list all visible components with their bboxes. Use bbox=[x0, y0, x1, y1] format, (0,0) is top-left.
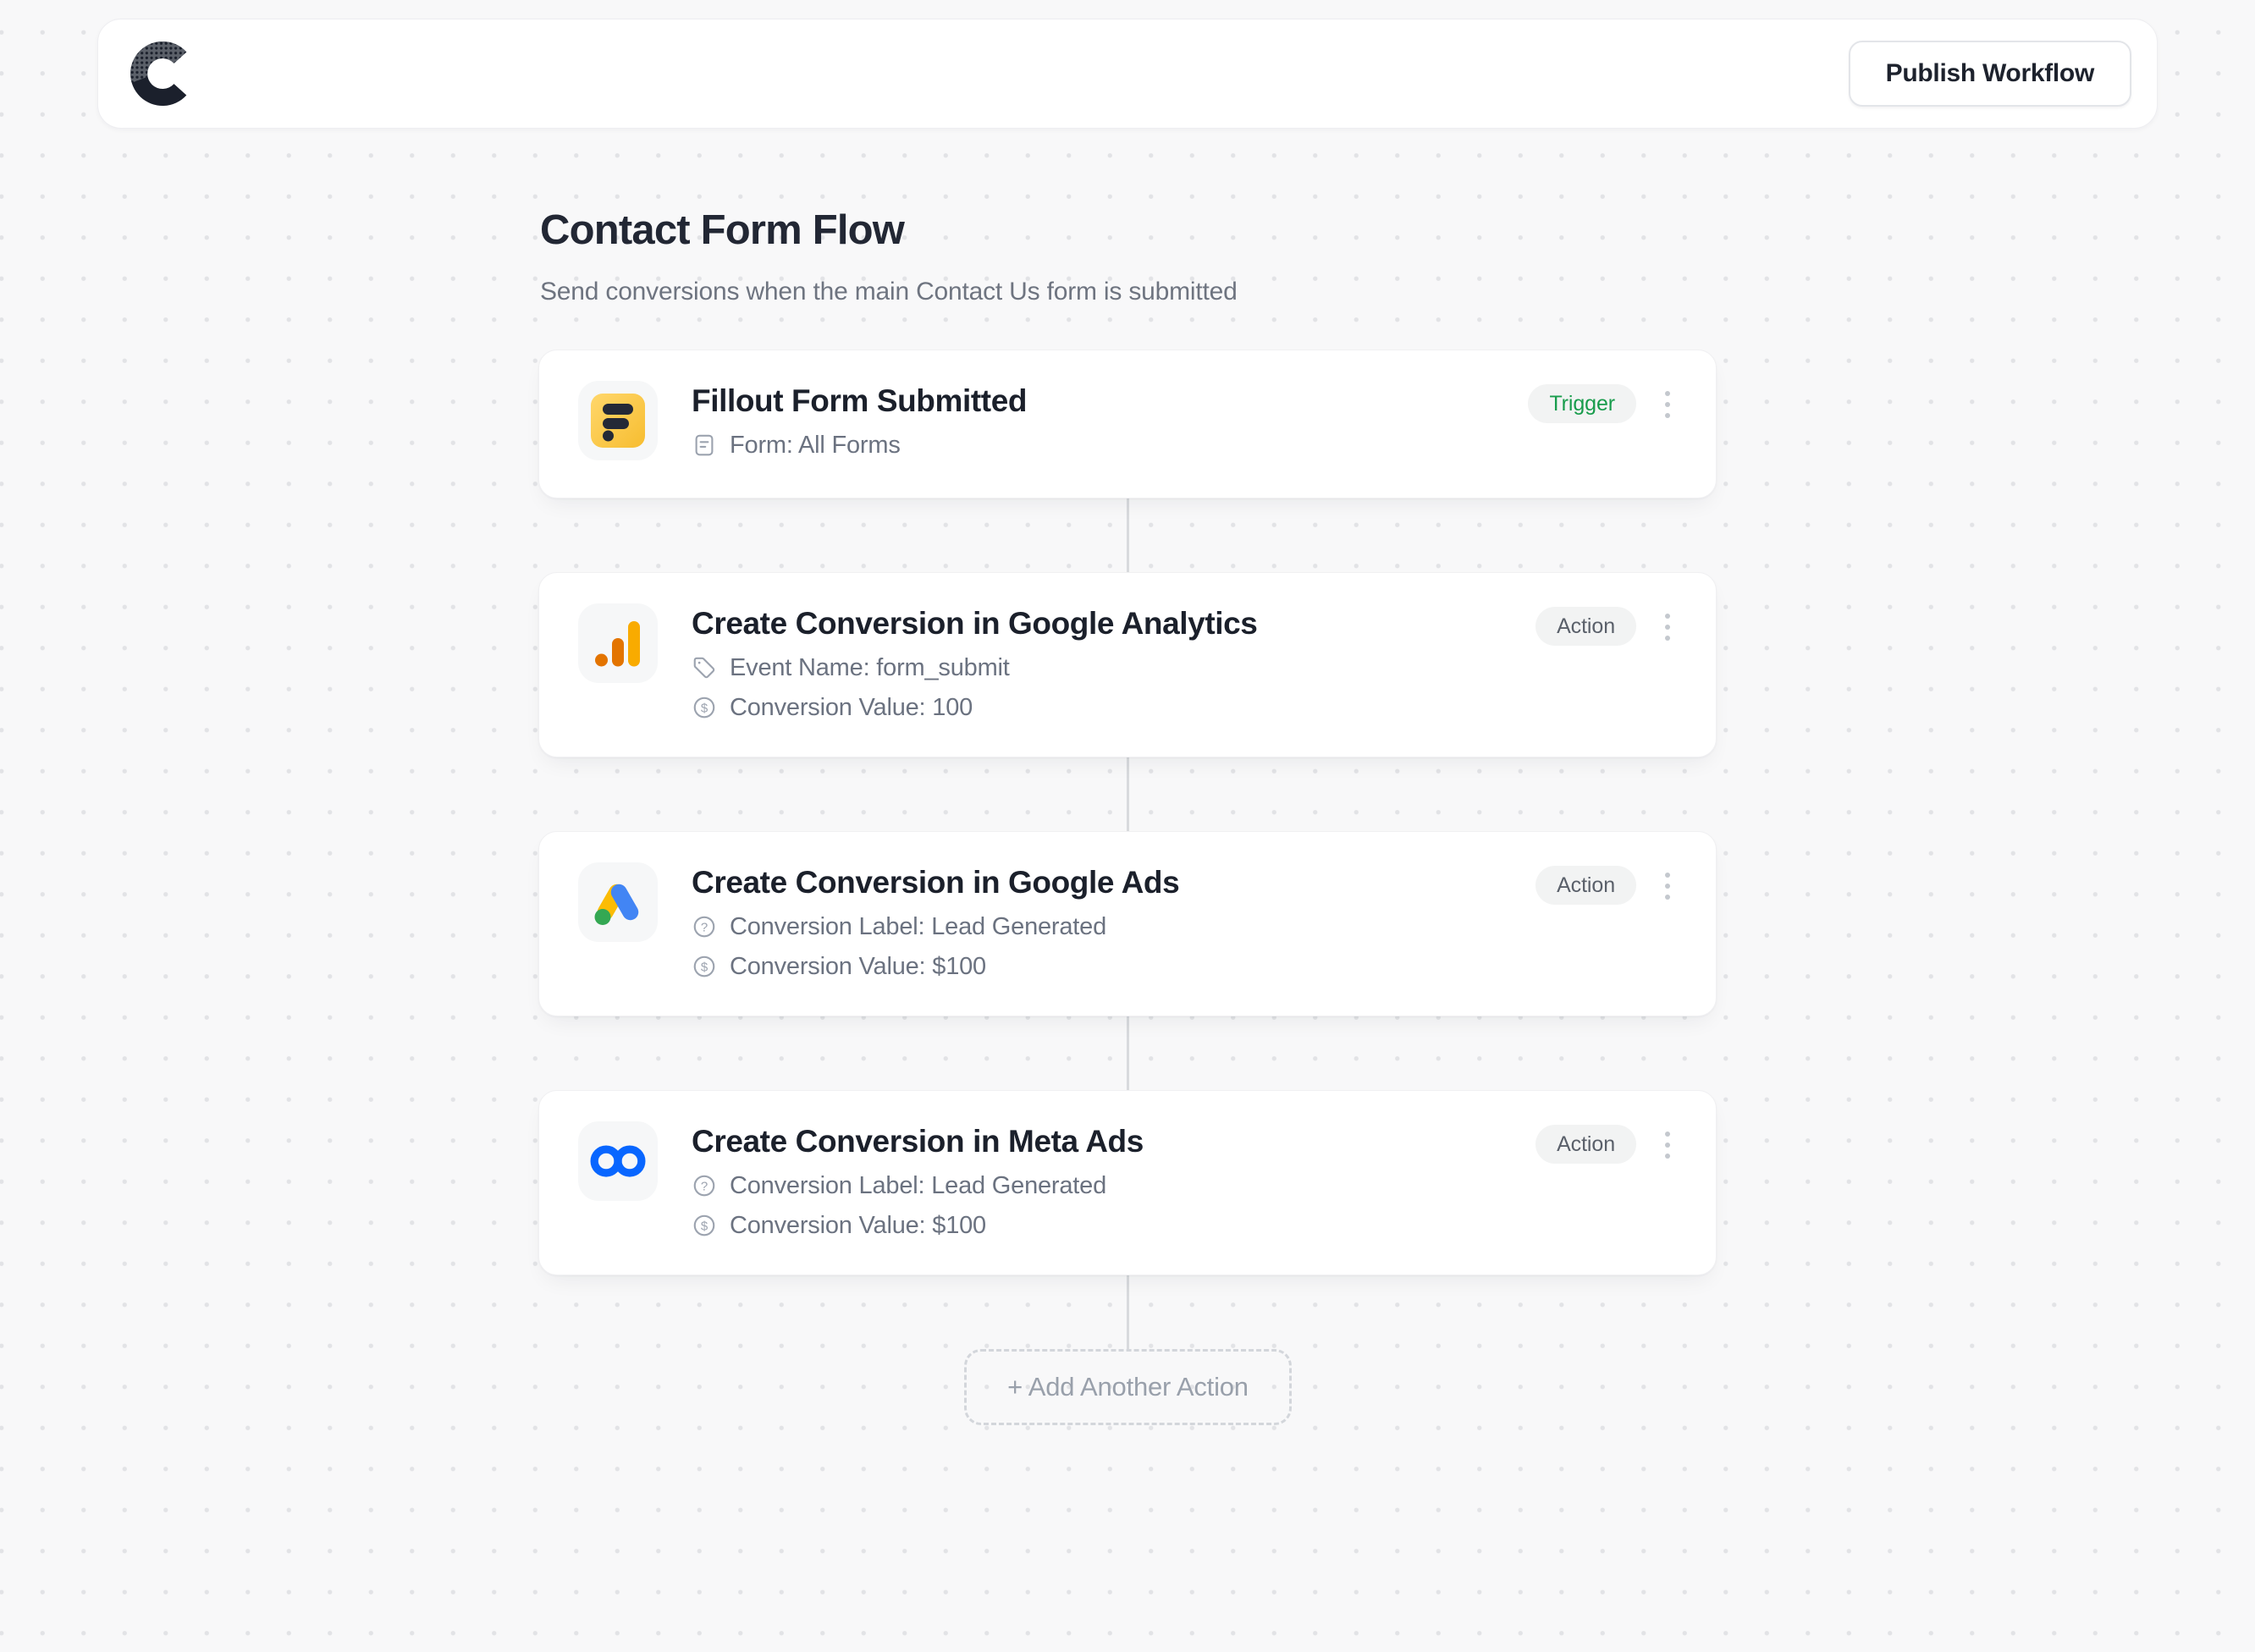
google-analytics-icon bbox=[595, 621, 640, 667]
action-badge: Action bbox=[1535, 607, 1636, 646]
svg-text:$: $ bbox=[701, 960, 708, 974]
dollar-icon: $ bbox=[693, 1214, 715, 1236]
workflow-step-card[interactable]: Fillout Form Submitted Form: All Forms T… bbox=[538, 350, 1717, 498]
step-icon-container bbox=[578, 381, 658, 460]
step-detail-text: Conversion Value: $100 bbox=[730, 953, 986, 980]
step-detail: ? Conversion Label: Lead Generated bbox=[692, 910, 1179, 944]
page-title: Contact Form Flow bbox=[540, 207, 905, 253]
step-detail: $ Conversion Value: $100 bbox=[692, 950, 1179, 983]
svg-text:$: $ bbox=[701, 1219, 708, 1233]
fillout-icon bbox=[591, 394, 645, 448]
step-detail-text: Conversion Value: $100 bbox=[730, 1212, 986, 1239]
step-detail: $ Conversion Value: 100 bbox=[692, 691, 1258, 724]
form-icon bbox=[695, 434, 714, 456]
trigger-badge: Trigger bbox=[1528, 384, 1636, 423]
step-connector bbox=[1127, 1275, 1129, 1349]
step-detail-text: Form: All Forms bbox=[730, 432, 901, 459]
step-detail: Event Name: form_submit bbox=[692, 651, 1258, 685]
step-menu-button[interactable] bbox=[1658, 608, 1677, 646]
action-badge: Action bbox=[1535, 866, 1636, 905]
page-subtitle: Send conversions when the main Contact U… bbox=[540, 278, 1238, 306]
dollar-icon: $ bbox=[693, 697, 715, 719]
workflow-step-card[interactable]: Create Conversion in Google Analytics Ev… bbox=[538, 572, 1717, 757]
step-icon-container bbox=[578, 1121, 658, 1201]
tag-icon bbox=[693, 657, 715, 679]
step-detail: Form: All Forms bbox=[692, 428, 1027, 462]
step-title: Create Conversion in Meta Ads bbox=[692, 1124, 1144, 1159]
svg-text:$: $ bbox=[701, 701, 708, 715]
question-icon: ? bbox=[693, 1175, 715, 1197]
step-icon-container bbox=[578, 862, 658, 942]
app-header: Publish Workflow bbox=[97, 19, 2158, 129]
svg-text:?: ? bbox=[701, 1179, 708, 1193]
step-detail: $ Conversion Value: $100 bbox=[692, 1209, 1144, 1242]
step-detail: ? Conversion Label: Lead Generated bbox=[692, 1169, 1144, 1203]
workflow-step-card[interactable]: Create Conversion in Google Ads ? Conver… bbox=[538, 831, 1717, 1016]
workflow-step-card[interactable]: Create Conversion in Meta Ads ? Conversi… bbox=[538, 1090, 1717, 1275]
step-title: Fillout Form Submitted bbox=[692, 383, 1028, 418]
step-title: Create Conversion in Google Ads bbox=[692, 865, 1180, 900]
google-ads-icon bbox=[594, 884, 639, 925]
publish-workflow-button[interactable]: Publish Workflow bbox=[1848, 41, 2131, 107]
dollar-icon: $ bbox=[693, 955, 715, 977]
step-detail-text: Conversion Label: Lead Generated bbox=[730, 913, 1107, 940]
step-connector bbox=[1127, 757, 1129, 831]
c-logo-icon bbox=[130, 41, 187, 106]
step-detail-text: Conversion Value: 100 bbox=[730, 694, 973, 721]
step-title: Create Conversion in Google Analytics bbox=[692, 606, 1258, 641]
app-logo-icon[interactable] bbox=[129, 40, 196, 107]
add-another-action-button[interactable]: + Add Another Action bbox=[964, 1349, 1292, 1425]
step-detail-text: Event Name: form_submit bbox=[730, 654, 1010, 681]
step-connector bbox=[1127, 498, 1129, 572]
step-icon-container bbox=[578, 603, 658, 683]
action-badge: Action bbox=[1535, 1125, 1636, 1164]
meta-icon bbox=[590, 1145, 646, 1177]
step-connector bbox=[1127, 1016, 1129, 1090]
question-icon: ? bbox=[693, 916, 715, 938]
svg-text:?: ? bbox=[701, 920, 708, 934]
step-menu-button[interactable] bbox=[1658, 1126, 1677, 1164]
step-menu-button[interactable] bbox=[1658, 867, 1677, 905]
step-menu-button[interactable] bbox=[1658, 386, 1677, 423]
step-detail-text: Conversion Label: Lead Generated bbox=[730, 1172, 1107, 1199]
